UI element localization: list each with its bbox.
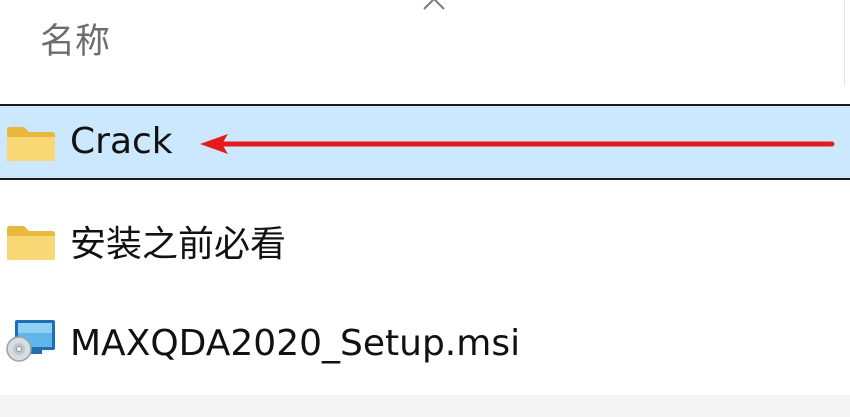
name-column-header[interactable]: 名称 bbox=[40, 20, 110, 64]
column-divider[interactable] bbox=[844, 0, 845, 86]
annotation-arrow bbox=[200, 134, 835, 154]
list-item-readme-folder[interactable]: 安装之前必看 bbox=[0, 206, 850, 282]
column-header: 名称 bbox=[0, 0, 850, 86]
list-item-crack[interactable]: Crack bbox=[0, 104, 850, 180]
file-name: 安装之前必看 bbox=[70, 224, 287, 265]
file-explorer-list: 名称 Crack 安装之前必看 MAXQDA2020_Setup.msi bbox=[0, 0, 850, 417]
file-name: Crack bbox=[70, 121, 173, 162]
folder-icon bbox=[7, 226, 55, 260]
folder-icon bbox=[7, 127, 55, 161]
sort-ascending-icon bbox=[423, 0, 445, 10]
file-name: MAXQDA2020_Setup.msi bbox=[70, 323, 521, 364]
list-footer bbox=[0, 395, 850, 417]
list-item-setup-msi[interactable]: MAXQDA2020_Setup.msi bbox=[0, 302, 850, 378]
msi-installer-icon bbox=[6, 320, 55, 362]
